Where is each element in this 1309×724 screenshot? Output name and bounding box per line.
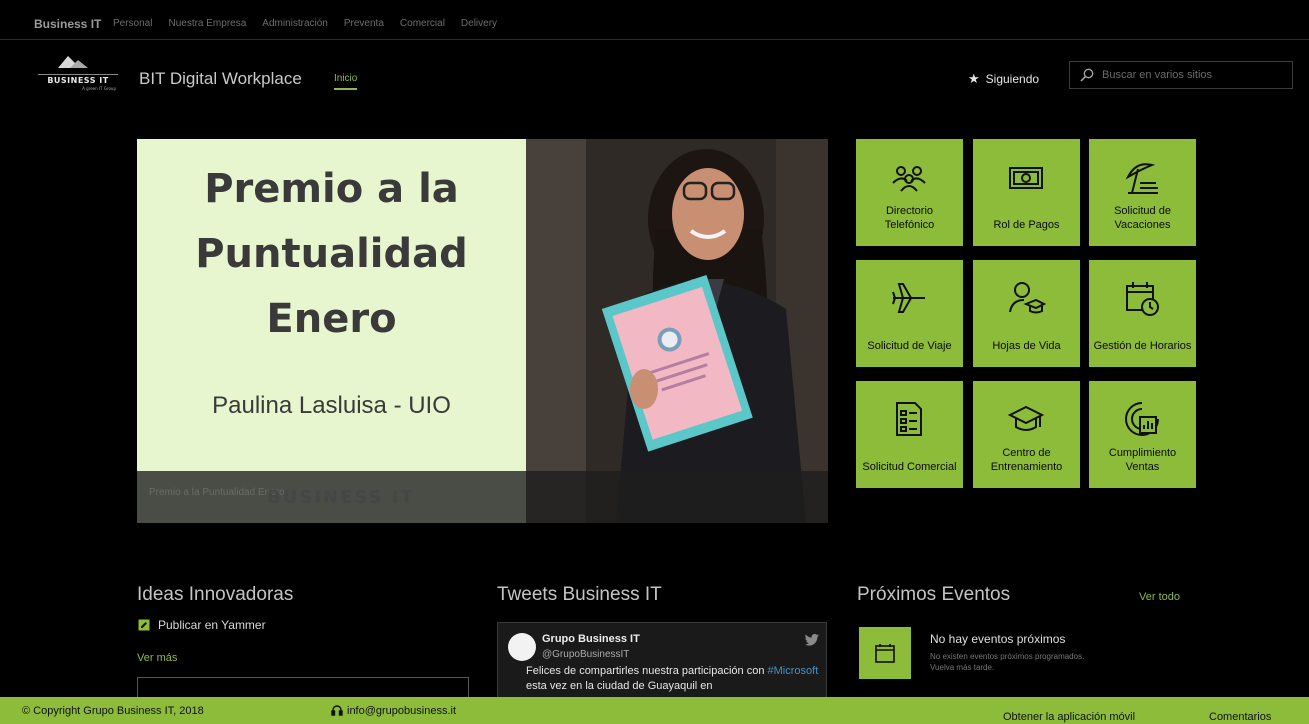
calendar-icon (875, 644, 895, 663)
tile-centro-de-entrenamiento[interactable]: Centro de Entrenamiento (973, 381, 1080, 488)
hero-heading-line: Puntualidad (195, 231, 468, 277)
tile-label: Solicitud de Viaje (867, 340, 952, 352)
ideas-ver-mas-link[interactable]: Ver más (137, 652, 177, 664)
hero-caption-text: Premio a la Puntualidad Enero (149, 487, 285, 498)
tweet-text-part: Felices de compartirles nuestra particip… (526, 665, 768, 677)
hero-heading-line: Premio a la (204, 166, 459, 212)
suite-nav-comercial[interactable]: Comercial (400, 18, 445, 29)
person-graduate-icon (1009, 282, 1046, 314)
hero-caption-bar: Premio a la Puntualidad Enero BUSINESS I… (137, 471, 828, 523)
footer-email-link[interactable]: info@grupobusiness.it (331, 705, 456, 717)
footer-email: info@grupobusiness.it (347, 705, 457, 717)
suite-nav-administracion[interactable]: Administración (262, 18, 328, 29)
hero-heading: Premio a la Puntualidad Enero (137, 157, 526, 352)
tweet-card[interactable]: Grupo Business IT @GrupoBusinessIT Felic… (497, 622, 827, 702)
footer: © Copyright Grupo Business IT, 2018 info… (0, 697, 1309, 724)
hero-banner-text-panel: Premio a la Puntualidad Enero Paulina La… (137, 139, 526, 523)
tweet-author-name[interactable]: Grupo Business IT (542, 633, 640, 645)
ideas-section-title: Ideas Innovadoras (137, 584, 294, 605)
publish-yammer-link[interactable]: Publicar en Yammer (138, 618, 266, 632)
star-icon: ★ (968, 71, 980, 86)
hero-carousel[interactable]: Premio a la Puntualidad Enero Paulina La… (137, 139, 828, 523)
events-section-title: Próximos Eventos (857, 584, 1011, 605)
tile-hojas-de-vida[interactable]: Hojas de Vida (973, 260, 1080, 367)
tile-label: Cumplimiento Ventas (1108, 447, 1177, 473)
hero-photo (526, 139, 828, 523)
tile-label: Solicitud Comercial (862, 461, 957, 473)
suite-nav-delivery[interactable]: Delivery (461, 18, 497, 29)
suite-nav-personal[interactable]: Personal (113, 18, 152, 29)
tweet-author-handle[interactable]: @GrupoBusinessIT (542, 649, 629, 660)
follow-button[interactable]: ★ Siguiendo (968, 71, 1039, 87)
site-header: BUSINESS IT A green IT Group BIT Digital… (0, 40, 1309, 120)
form-icon (896, 402, 922, 436)
headset-icon (331, 705, 343, 716)
edit-icon (138, 619, 150, 631)
suite-nav-nuestra-empresa[interactable]: Nuestra Empresa (168, 18, 246, 29)
events-empty-title: No hay eventos próximos (930, 632, 1066, 646)
event-calendar-tile (859, 627, 911, 679)
search-box[interactable] (1069, 61, 1293, 89)
calendar-clock-icon (1126, 282, 1159, 316)
tile-label: Hojas de Vida (992, 340, 1061, 352)
tile-directorio-telefonico[interactable]: Directorio Telefónico (856, 139, 963, 246)
tweets-section-title: Tweets Business IT (497, 584, 662, 605)
site-title[interactable]: BIT Digital Workplace (139, 69, 302, 89)
hero-person-name: Paulina Lasluisa - UIO (212, 392, 451, 419)
beach-umbrella-icon (1125, 163, 1158, 194)
publish-yammer-label: Publicar en Yammer (158, 618, 266, 632)
tweet-hashtag[interactable]: #Microsoft (768, 665, 819, 677)
events-ver-todo-link[interactable]: Ver todo (1139, 591, 1180, 603)
footer-copyright: © Copyright Grupo Business IT, 2018 (22, 705, 204, 717)
money-icon (1009, 167, 1043, 189)
twitter-icon[interactable] (805, 634, 819, 646)
tweet-text-part: esta vez en la ciudad de Guayaquil en (526, 680, 713, 692)
avatar[interactable] (508, 633, 536, 661)
footer-mobile-app-link[interactable]: Obtener la aplicación móvil (1003, 711, 1135, 723)
suite-nav: Personal Nuestra Empresa Administración … (113, 18, 513, 29)
tile-label: Solicitud de Vacaciones (1114, 205, 1171, 231)
tile-solicitud-de-viaje[interactable]: Solicitud de Viaje (856, 260, 963, 367)
nav-home-link[interactable]: Inicio (334, 73, 358, 90)
logo-text: BUSINESS IT (47, 76, 108, 85)
target-chart-icon (1125, 402, 1159, 436)
tweet-text: Felices de compartirles nuestra particip… (526, 664, 822, 694)
logo-sub-text: A green IT Group (82, 86, 116, 91)
tile-cumplimiento-ventas[interactable]: Cumplimiento Ventas (1089, 381, 1196, 488)
hero-photo-illustration (526, 139, 828, 523)
business-it-logo[interactable]: BUSINESS IT A green IT Group (36, 52, 120, 92)
search-icon (1080, 68, 1094, 82)
hero-heading-line: Enero (266, 296, 397, 342)
follow-label: Siguiendo (985, 72, 1040, 86)
tile-solicitud-comercial[interactable]: Solicitud Comercial (856, 381, 963, 488)
tile-label: Gestión de Horarios (1093, 340, 1192, 352)
footer-comments-link[interactable]: Comentarios (1209, 711, 1271, 723)
tile-label: Rol de Pagos (993, 219, 1060, 231)
search-input[interactable] (1102, 69, 1282, 81)
airplane-icon (892, 283, 925, 313)
tile-label: Centro de Entrenamiento (990, 447, 1063, 473)
hero-caption-logo: BUSINESS IT (267, 487, 415, 508)
suite-brand[interactable]: Business IT (34, 17, 101, 31)
tile-rol-de-pagos[interactable]: Rol de Pagos (973, 139, 1080, 246)
events-empty-subtitle: No existen eventos próximos programados.… (930, 652, 1085, 672)
people-icon (892, 166, 926, 192)
tile-solicitud-de-vacaciones[interactable]: Solicitud de Vacaciones (1089, 139, 1196, 246)
suite-bar: Business IT Personal Nuestra Empresa Adm… (0, 0, 1309, 40)
mortarboard-icon (1007, 405, 1045, 431)
suite-nav-preventa[interactable]: Preventa (344, 18, 384, 29)
tile-label: Directorio Telefónico (884, 205, 935, 231)
tile-gestion-de-horarios[interactable]: Gestión de Horarios (1089, 260, 1196, 367)
